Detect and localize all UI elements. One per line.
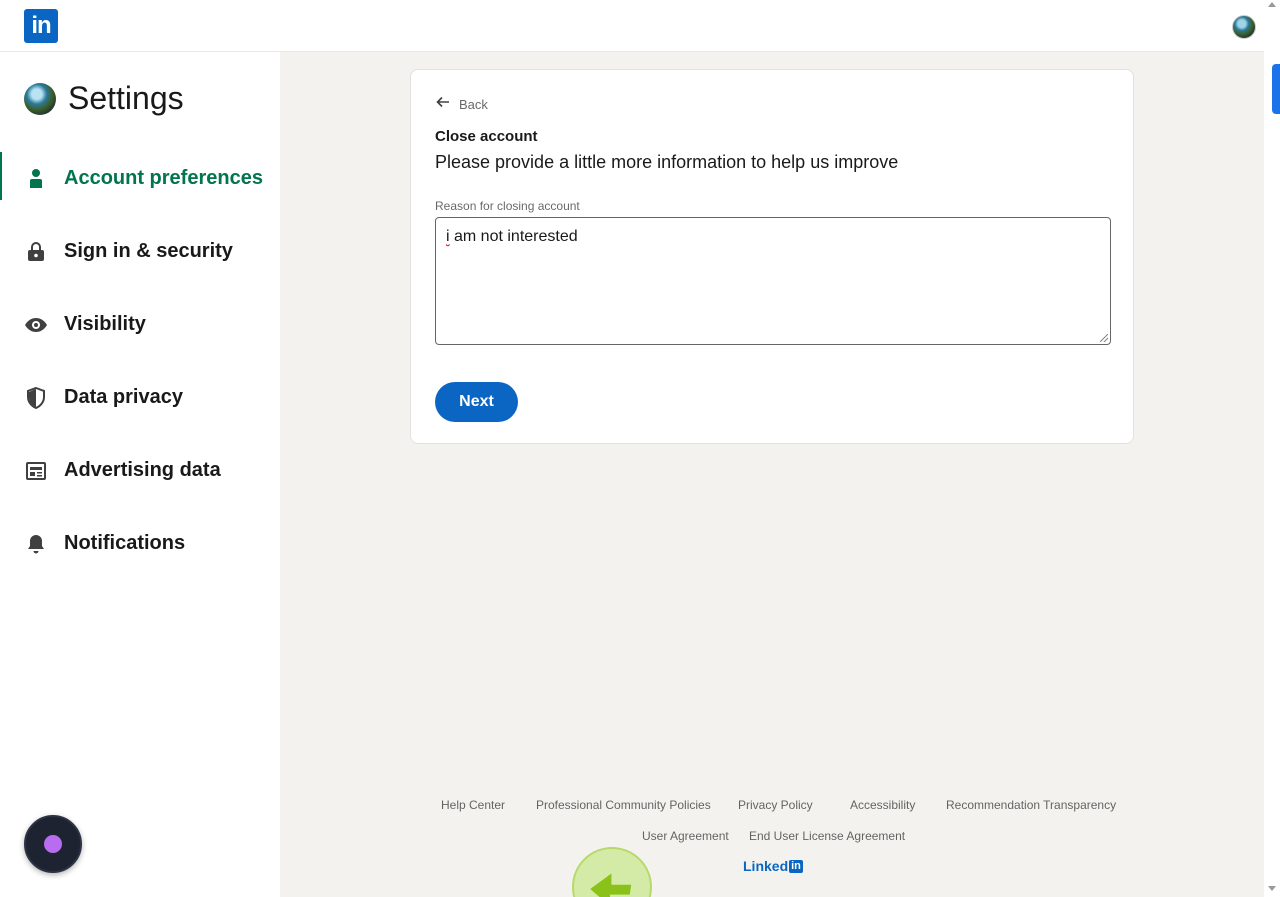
- reason-text: am not interested: [449, 228, 578, 245]
- page-scrollbar[interactable]: [1264, 0, 1280, 897]
- footer-linkedin-logo: Linked in: [743, 858, 803, 874]
- footer-link-help-center[interactable]: Help Center: [441, 798, 505, 812]
- scrollbar-thumb[interactable]: [1272, 64, 1280, 114]
- sidebar-item-label: Sign in & security: [64, 240, 233, 262]
- back-button[interactable]: Back: [435, 94, 488, 115]
- sidebar-item-visibility[interactable]: Visibility: [0, 288, 280, 361]
- bell-icon: [24, 532, 48, 556]
- footer-brand-box: in: [789, 859, 803, 873]
- sidebar-item-sign-in-security[interactable]: Sign in & security: [0, 215, 280, 288]
- eye-icon: [24, 313, 48, 337]
- settings-sidebar: Settings Account preferences Sign in & s…: [0, 52, 280, 897]
- scroll-up-arrow-icon[interactable]: [1268, 2, 1276, 7]
- lock-icon: [24, 240, 48, 264]
- cursor-arrow-icon: [590, 873, 632, 897]
- card-heading: Close account: [435, 128, 538, 145]
- reason-textarea[interactable]: i am not interested: [435, 217, 1111, 345]
- sidebar-item-label: Advertising data: [64, 459, 221, 481]
- page-title: Settings: [68, 80, 184, 116]
- settings-header: Settings: [24, 80, 184, 117]
- sidebar-item-advertising-data[interactable]: Advertising data: [0, 434, 280, 507]
- footer-brand-text: Linked: [743, 858, 789, 874]
- footer-link-accessibility[interactable]: Accessibility: [850, 798, 915, 812]
- settings-nav: Account preferences Sign in & security V…: [0, 142, 280, 580]
- card-subheading: Please provide a little more information…: [435, 152, 899, 172]
- footer-link-user-agreement[interactable]: User Agreement: [642, 829, 729, 843]
- footer-link-eula[interactable]: End User License Agreement: [749, 829, 905, 843]
- global-nav: in: [0, 0, 1264, 52]
- person-icon: [24, 167, 48, 191]
- sidebar-item-data-privacy[interactable]: Data privacy: [0, 361, 280, 434]
- reason-field-label: Reason for closing account: [435, 199, 580, 213]
- assistant-orb-button[interactable]: [24, 815, 82, 873]
- sidebar-item-label: Notifications: [64, 532, 186, 554]
- arrow-left-icon: [435, 94, 451, 115]
- shield-icon: [24, 386, 48, 410]
- footer-link-privacy-policy[interactable]: Privacy Policy: [738, 798, 813, 812]
- cursor-highlight: [572, 847, 652, 897]
- scroll-down-arrow-icon[interactable]: [1268, 886, 1276, 891]
- sidebar-item-account-preferences[interactable]: Account preferences: [0, 142, 280, 215]
- sidebar-item-label: Visibility: [64, 313, 146, 335]
- footer-link-community-policies[interactable]: Professional Community Policies: [536, 798, 711, 812]
- sidebar-item-label: Data privacy: [64, 386, 183, 408]
- profile-avatar[interactable]: [1232, 15, 1256, 39]
- back-label: Back: [459, 97, 488, 112]
- sidebar-item-label: Account preferences: [64, 167, 263, 189]
- avatar: [24, 82, 56, 115]
- footer-link-recommendation-transparency[interactable]: Recommendation Transparency: [946, 798, 1116, 812]
- orb-dot-icon: [44, 835, 62, 853]
- next-button[interactable]: Next: [435, 382, 518, 422]
- resize-grip-icon[interactable]: [1100, 334, 1108, 342]
- newspaper-icon: [24, 459, 48, 483]
- close-account-card: Back Close account Please provide a litt…: [410, 69, 1134, 444]
- linkedin-logo[interactable]: in: [24, 9, 58, 43]
- sidebar-item-notifications[interactable]: Notifications: [0, 507, 280, 580]
